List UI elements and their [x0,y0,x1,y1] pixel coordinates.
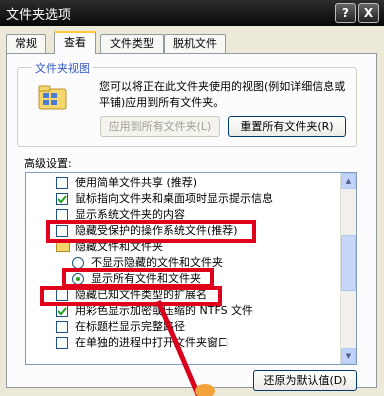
restore-defaults-button[interactable]: 还原为默认值(D) [253,370,357,391]
scroll-thumb[interactable] [341,235,356,291]
scroll-up-icon[interactable]: ▲ [341,173,356,189]
reset-all-folders-button[interactable]: 重置所有文件夹(R) [228,116,346,137]
checkbox[interactable] [56,177,68,189]
tab-view[interactable]: 查看 [54,31,96,54]
close-button[interactable]: X [358,3,379,23]
folder-views-description: 您可以将正在此文件夹使用的视图(例如详细信息或平铺)应用到所有文件夹。 [99,80,346,109]
tab-file-types[interactable]: 文件类型 [100,34,164,53]
help-button[interactable]: ? [335,3,356,23]
apply-to-all-folders-button[interactable]: 应用到所有文件夹(L) [100,116,220,137]
folder-views-label: 文件夹视图 [32,60,93,76]
simple-sharing-label: 使用简单文件共享 (推荐) [75,176,198,189]
highlight-box [46,220,256,243]
tooltip-setting-label: 鼠标指向文件夹和桌面项时显示提示信息 [75,192,273,205]
orange-marker [195,384,215,396]
advanced-settings-label: 高级设置: [24,157,72,170]
checkbox[interactable] [56,337,68,349]
highlight-box [40,286,222,306]
checkbox-checked[interactable] [56,305,68,317]
highlight-box [62,268,214,288]
folder-view-icon [38,85,67,110]
watermark-text: 亿速云 [260,338,333,363]
title-bar: 文件夹选项 ? X [0,0,384,26]
separate-process-label: 在单独的进程中打开文件夹窗口 [75,336,229,349]
checkbox-checked[interactable] [56,193,68,205]
checkbox[interactable] [56,321,68,333]
tab-general[interactable]: 常规 [6,34,46,53]
tab-offline-files[interactable]: 脱机文件 [164,34,226,53]
window-title: 文件夹选项 [6,8,72,23]
watermark-logo-icon [226,334,254,362]
watermark: 亿速云 [226,332,382,364]
